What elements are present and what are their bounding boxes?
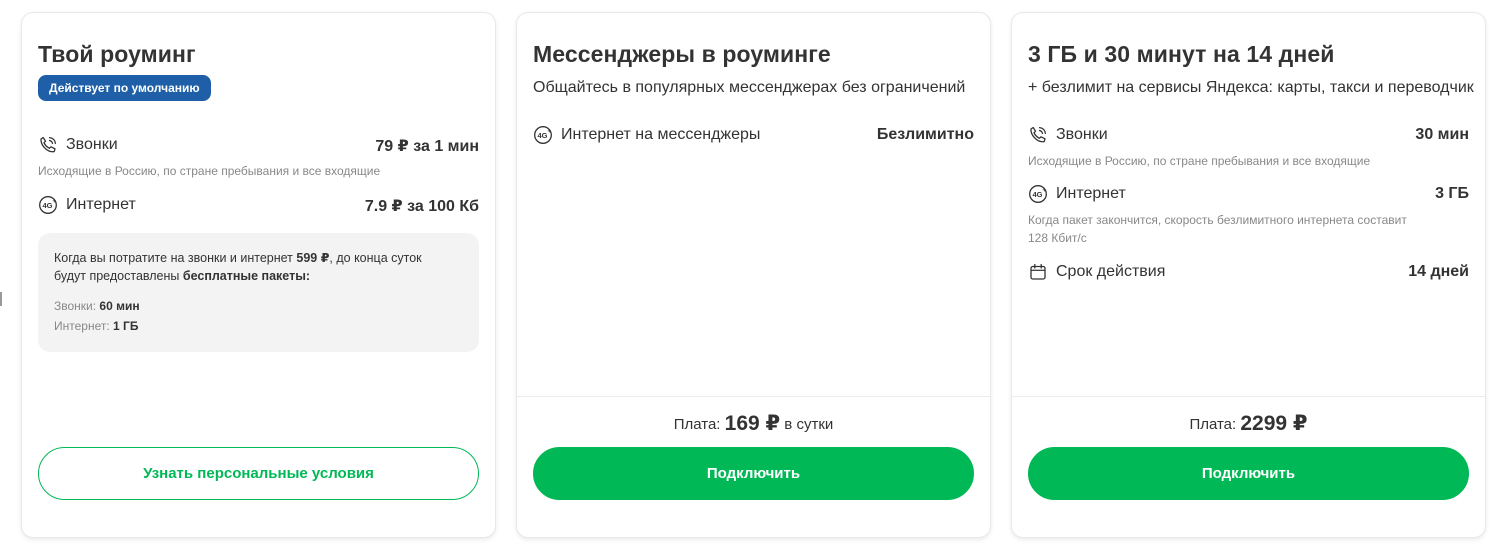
info-text: Когда вы потратите на звонки и интернет … xyxy=(54,251,422,283)
divider xyxy=(517,396,990,397)
feature-label: Интернет на мессенджеры xyxy=(561,126,761,143)
feature-row-calls: Звонки 79 ₽ за 1 мин xyxy=(38,133,479,157)
phone-icon xyxy=(40,136,56,153)
feature-row-validity: Срок действия 14 дней xyxy=(1028,260,1469,284)
price-amount: 169 ₽ xyxy=(724,412,781,435)
feature-description: Когда пакет закончится, скорость безлими… xyxy=(1028,213,1407,245)
feature-value: 7.9 ₽ за 100 Кб xyxy=(364,198,479,215)
feature-value: 14 дней xyxy=(1408,263,1469,280)
edge-marker xyxy=(0,292,2,306)
tariff-card-your-roaming: Твой роуминг Действует по умолчанию Звон… xyxy=(21,12,496,538)
feature-row-internet: 4G + Интернет 3 ГБ xyxy=(1028,182,1469,206)
connect-button[interactable]: Подключить xyxy=(533,447,974,500)
feature-description: Исходящие в Россию, по стране пребывания… xyxy=(1028,154,1371,168)
price: Плата: 169 ₽ в сутки xyxy=(673,412,834,435)
price-amount: 2299 ₽ xyxy=(1240,412,1308,435)
phone-icon xyxy=(1030,126,1046,143)
tariff-card-messengers: Мессенджеры в роуминге Общайтесь в попул… xyxy=(516,12,991,538)
4g-plus-icon: 4G + xyxy=(39,196,57,214)
feature-value: Безлимитно xyxy=(876,126,974,143)
tariff-card-3gb-30min: 3 ГБ и 30 минут на 14 дней + безлимит на… xyxy=(1011,12,1486,538)
4g-plus-icon: 4G + xyxy=(534,126,552,144)
default-badge: Действует по умолчанию xyxy=(38,75,211,101)
personal-terms-button[interactable]: Узнать персональные условия xyxy=(38,447,479,500)
feature-row-internet: 4G + Интернет 7.9 ₽ за 100 Кб xyxy=(38,193,479,217)
feature-label: Интернет xyxy=(66,196,136,213)
price: Плата: 2299 ₽ xyxy=(1189,412,1308,435)
4g-plus-icon: 4G + xyxy=(1029,185,1047,203)
feature-label: Звонки xyxy=(1056,126,1108,143)
feature-value: 3 ГБ xyxy=(1435,185,1469,202)
card-title: Мессенджеры в роуминге xyxy=(533,41,831,67)
svg-text:4G: 4G xyxy=(42,201,52,210)
free-packages-info: Когда вы потратите на звонки и интернет … xyxy=(38,233,479,352)
feature-label: Звонки xyxy=(66,136,118,153)
feature-value: 79 ₽ за 1 мин xyxy=(375,138,479,155)
svg-text:4G: 4G xyxy=(537,131,547,140)
info-internet-line: Интернет: 1 ГБ xyxy=(54,319,139,333)
svg-text:4G: 4G xyxy=(1032,190,1042,199)
svg-text:+: + xyxy=(548,129,552,135)
svg-text:+: + xyxy=(1043,188,1047,194)
calendar-icon xyxy=(1030,263,1046,280)
card-title: 3 ГБ и 30 минут на 14 дней xyxy=(1028,41,1335,67)
card-title: Твой роуминг xyxy=(38,41,196,67)
connect-button[interactable]: Подключить xyxy=(1028,447,1469,500)
card-subtitle: Общайтесь в популярных мессенджерах без … xyxy=(533,79,966,96)
info-calls-line: Звонки: 60 мин xyxy=(54,299,140,313)
feature-description: Исходящие в Россию, по стране пребывания… xyxy=(38,164,381,178)
feature-value: 30 мин xyxy=(1415,126,1469,143)
card-subtitle: + безлимит на сервисы Яндекса: карты, та… xyxy=(1028,79,1474,96)
feature-label: Срок действия xyxy=(1056,263,1166,280)
divider xyxy=(1012,396,1485,397)
feature-row-calls: Звонки 30 мин xyxy=(1028,123,1469,147)
feature-label: Интернет xyxy=(1056,185,1126,202)
svg-text:+: + xyxy=(53,199,57,205)
feature-row-messenger-internet: 4G + Интернет на мессенджеры Безлимитно xyxy=(533,123,974,147)
